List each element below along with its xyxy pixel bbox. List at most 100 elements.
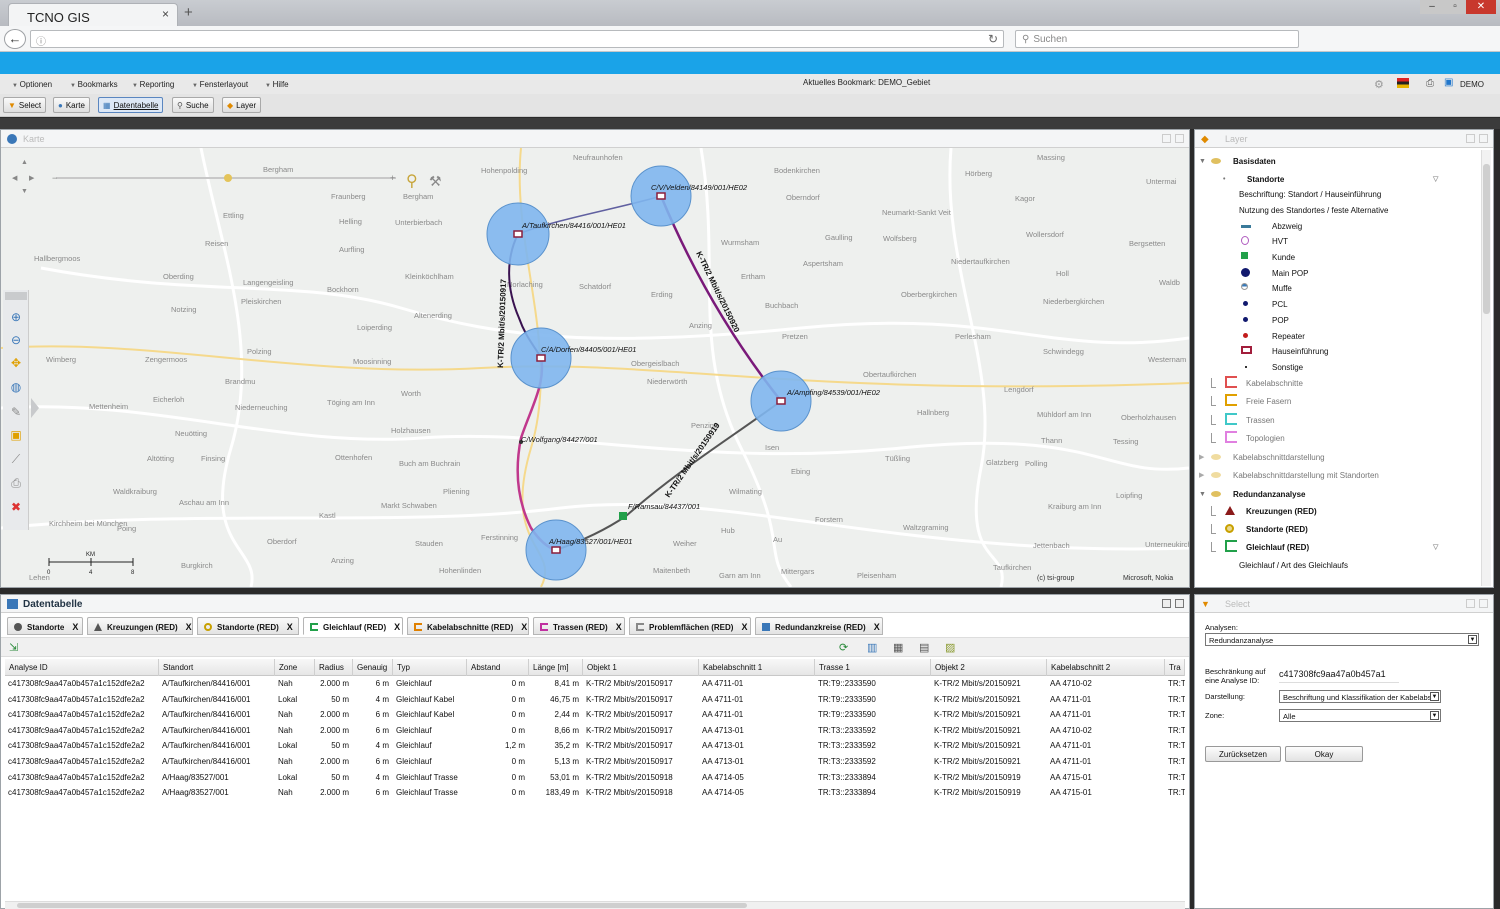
datatable-tab-trassen-red-[interactable]: Trassen (RED) X xyxy=(533,617,625,635)
column-header[interactable]: Abstand xyxy=(467,659,529,676)
magnify-icon[interactable]: ⚲ xyxy=(406,171,418,190)
layer-item[interactable]: Gleichlauf (RED) ▽ xyxy=(1195,540,1481,556)
map-canvas[interactable]: Neufraunhofen Hohenpolding Bodenkirchen Mas… xyxy=(1,148,1189,587)
layer-item[interactable]: POP xyxy=(1195,313,1481,329)
maximize-panel-icon[interactable] xyxy=(1175,599,1184,608)
datatable-hscrollbar[interactable] xyxy=(5,901,1185,909)
analysen-select[interactable]: Redundanzanalyse ▼ xyxy=(1205,633,1479,646)
column-header[interactable]: Länge [m] xyxy=(529,659,583,676)
datatable-tab-gleichlauf-red-[interactable]: Gleichlauf (RED) X xyxy=(303,617,403,635)
datentabelle-button[interactable]: ▦ Datentabelle xyxy=(98,97,164,113)
browser-search-field[interactable]: ⚲ Suchen xyxy=(1015,30,1299,48)
hauseinfuehrung-icon[interactable] xyxy=(551,546,561,554)
zoom-out-icon[interactable]: ⊖ xyxy=(8,333,24,349)
close-tab-icon[interactable]: X xyxy=(394,622,400,632)
layer-item[interactable]: Gleichlauf / Art des Gleichlaufs xyxy=(1195,558,1481,574)
layer-button[interactable]: ◆ Layer xyxy=(222,97,262,113)
layer-item[interactable]: Sonstige xyxy=(1195,360,1481,376)
maximize-icon[interactable]: ▫ xyxy=(1444,0,1466,14)
site-marker[interactable]: C/Wolfgang/84427/001 xyxy=(519,435,598,444)
datatable-tab-standorte-red-[interactable]: Standorte (RED) X xyxy=(197,617,299,635)
close-window-icon[interactable]: ✕ xyxy=(1466,0,1496,14)
reload-icon[interactable]: ↻ xyxy=(988,32,998,46)
tool-strip-grip[interactable] xyxy=(5,292,27,300)
columns-icon[interactable]: ▥ xyxy=(867,641,877,654)
minimize-panel-icon[interactable] xyxy=(1466,134,1475,143)
karte-button[interactable]: ● Karte xyxy=(53,97,90,113)
okay-button[interactable]: Okay xyxy=(1285,746,1363,762)
datatable-tab-redundanzkreise-red-[interactable]: Redundanzkreise (RED) X xyxy=(755,617,883,635)
table-row[interactable]: c417308fc9aa47a0b457a1c152dfe2a2 A/Haag/8… xyxy=(5,785,1185,801)
hauseinfuehrung-icon[interactable] xyxy=(656,192,666,200)
table-row[interactable]: c417308fc9aa47a0b457a1c152dfe2a2 A/Taufki… xyxy=(5,754,1185,770)
analysis-id-input[interactable]: c417308fc9aa47a0b457a1 xyxy=(1279,669,1399,683)
new-tab-button[interactable]: + xyxy=(184,4,193,21)
darstellung-select[interactable]: Beschriftung und Klassifikation der Kabe… xyxy=(1279,690,1441,703)
column-header[interactable]: Objekt 1 xyxy=(583,659,699,676)
layer-item[interactable]: Kreuzungen (RED) xyxy=(1195,504,1481,520)
edit-icon[interactable]: ▣ xyxy=(8,428,24,444)
suche-button[interactable]: ⚲ Suche xyxy=(172,97,214,113)
layer-item[interactable]: Muffe xyxy=(1195,281,1481,297)
close-tab-icon[interactable]: X xyxy=(874,622,880,632)
excel-icon[interactable]: ▨ xyxy=(945,641,955,654)
layer-item[interactable]: PCL xyxy=(1195,297,1481,313)
printer-icon[interactable]: ⎙ xyxy=(1426,78,1434,89)
layer-scroll-thumb[interactable] xyxy=(1483,164,1490,314)
info-icon[interactable]: ⓘ xyxy=(36,33,46,48)
column-header[interactable]: Tra xyxy=(1165,659,1185,676)
datatable-tab-kabelabschnitte-red-[interactable]: Kabelabschnitte (RED) X xyxy=(407,617,529,635)
layer-item[interactable]: ▼ Redundanzanalyse xyxy=(1195,487,1481,503)
zoom-in-icon[interactable]: ⊕ xyxy=(8,310,24,326)
layer-item[interactable]: Kunde xyxy=(1195,250,1481,266)
column-header[interactable]: Objekt 2 xyxy=(931,659,1047,676)
minimize-panel-icon[interactable] xyxy=(1466,599,1475,608)
table-row[interactable]: c417308fc9aa47a0b457a1c152dfe2a2 A/Taufki… xyxy=(5,692,1185,708)
hauseinfuehrung-icon[interactable] xyxy=(513,230,523,238)
expand-arrow-icon[interactable] xyxy=(31,398,39,418)
menu-fensterlayout[interactable]: ▼ Fensterlayout xyxy=(192,80,248,89)
reset-button[interactable]: Zurücksetzen xyxy=(1205,746,1281,762)
table-row[interactable]: c417308fc9aa47a0b457a1c152dfe2a2 A/Taufki… xyxy=(5,676,1185,692)
column-header[interactable]: Analyse ID xyxy=(5,659,159,676)
tool-icon[interactable]: ⚒ xyxy=(429,174,442,190)
close-tab-icon[interactable]: X xyxy=(741,622,747,632)
column-header[interactable]: Trasse 1 xyxy=(815,659,931,676)
column-header[interactable]: Typ xyxy=(393,659,467,676)
layer-item[interactable]: Abzweig xyxy=(1195,219,1481,235)
refresh-icon[interactable]: ⟳ xyxy=(839,641,848,654)
close-tab-icon[interactable]: X xyxy=(186,622,192,632)
settings-gear-icon[interactable]: ⚙ xyxy=(1374,78,1384,91)
column-header[interactable]: Genauig xyxy=(353,659,393,676)
datatable-tab-kreuzungen-red-[interactable]: Kreuzungen (RED) X xyxy=(87,617,193,635)
layer-item[interactable]: Beschriftung: Standort / Hauseinführung xyxy=(1195,187,1481,203)
layer-item[interactable]: Nutzung des Standortes / feste Alternati… xyxy=(1195,203,1481,219)
layer-item[interactable]: HVT xyxy=(1195,234,1481,250)
pencil-icon[interactable]: ✎ xyxy=(8,405,24,421)
layer-item[interactable]: ▼ Basisdaten xyxy=(1195,154,1481,170)
grid-icon[interactable]: ▦ xyxy=(893,641,903,654)
print-icon[interactable]: ⎙ xyxy=(8,476,24,492)
user-icon[interactable]: ▣ xyxy=(1444,77,1453,88)
zoom-slider-knob[interactable] xyxy=(224,174,232,182)
url-field[interactable]: ⓘ ↻ xyxy=(30,30,1004,48)
browser-tab[interactable]: TCNO GIS × xyxy=(8,3,178,26)
minimize-panel-icon[interactable] xyxy=(1162,134,1171,143)
layer-item[interactable]: • Standorte ▽ xyxy=(1195,172,1481,188)
menu-bookmarks[interactable]: ▼ Bookmarks xyxy=(70,80,118,89)
measure-icon[interactable]: ⟋ xyxy=(8,452,24,468)
column-header[interactable]: Radius xyxy=(315,659,353,676)
close-tab-icon[interactable]: X xyxy=(616,622,622,632)
layer-item[interactable]: Standorte (RED) xyxy=(1195,522,1481,538)
close-tab-icon[interactable]: X xyxy=(287,622,293,632)
table-row[interactable]: c417308fc9aa47a0b457a1c152dfe2a2 A/Taufki… xyxy=(5,738,1185,754)
layer-item[interactable]: ▶ Kabelabschnittdarstellung mit Standorte… xyxy=(1195,468,1481,484)
column-header[interactable]: Standort xyxy=(159,659,275,676)
back-button[interactable]: ← xyxy=(4,29,26,49)
export-icon[interactable]: ⇲ xyxy=(9,641,18,654)
layer-item[interactable]: Trassen xyxy=(1195,412,1481,429)
layer-item[interactable]: ▶ Kabelabschnittdarstellung xyxy=(1195,450,1481,466)
globe-icon[interactable]: ◍ xyxy=(8,380,24,396)
layer-item[interactable]: Kabelabschnitte xyxy=(1195,375,1481,392)
menu-optionen[interactable]: ▼ Optionen xyxy=(12,80,52,89)
